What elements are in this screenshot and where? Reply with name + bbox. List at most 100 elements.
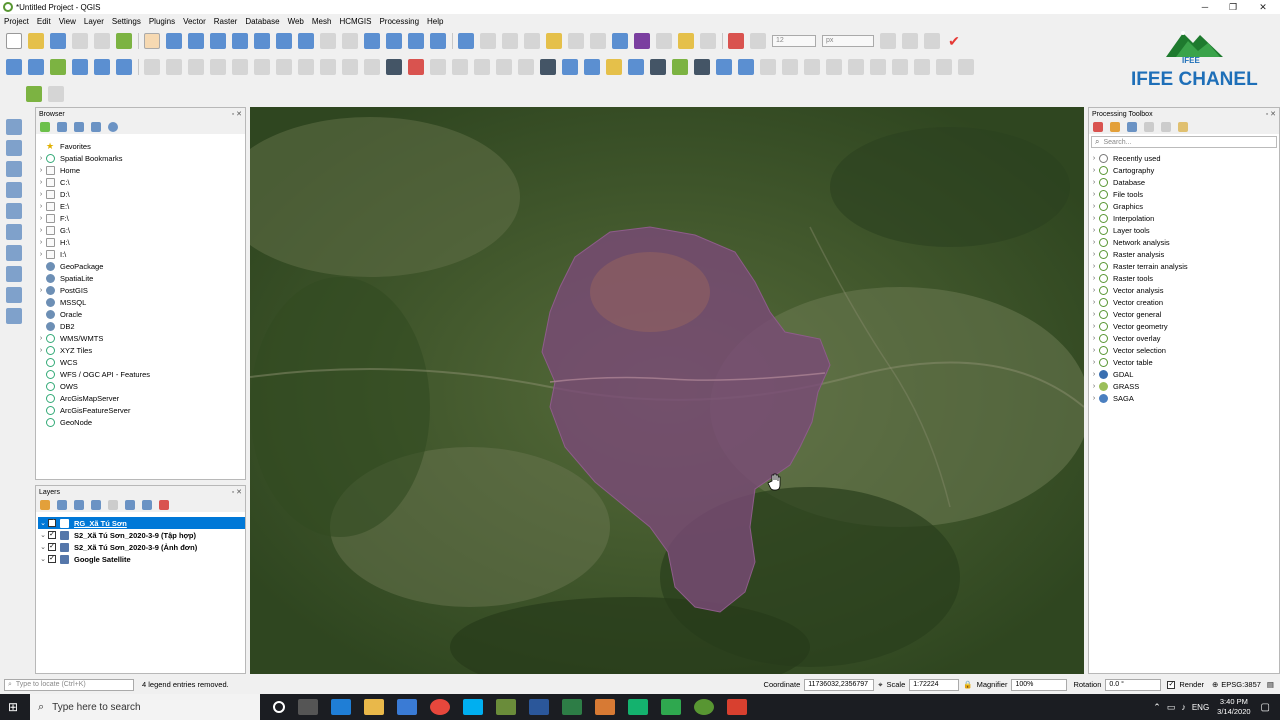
menu-plugins[interactable]: Plugins [149,17,175,26]
add-ring-icon[interactable] [892,59,908,75]
zoom-in-icon[interactable] [188,33,204,49]
select-by-value-icon[interactable] [524,33,540,49]
map-canvas[interactable] [250,107,1084,674]
measure-line-icon[interactable] [656,33,672,49]
taskbar-clock[interactable]: 3:40 PM 3/14/2020 [1217,697,1250,717]
render-checkbox[interactable]: ✓ [1167,680,1176,689]
zoom-next-icon[interactable] [342,33,358,49]
options-wrench-icon[interactable] [1178,122,1188,132]
text-annotation-icon[interactable] [700,33,716,49]
add-vector-icon[interactable] [6,119,22,135]
browser-item[interactable]: › G:\ [36,224,245,236]
processing-search-input[interactable]: Search... [1103,139,1131,146]
add-virtual-layer-icon[interactable] [6,245,22,261]
style-manager-icon[interactable] [116,33,132,49]
magnifier-field[interactable]: 100% [1011,678,1068,691]
python-console-icon[interactable] [562,59,578,75]
lock-scale-icon[interactable]: 🔒 [963,680,972,689]
offset-curve-icon[interactable] [848,59,864,75]
maximize-button[interactable]: ❐ [1218,0,1248,14]
browser-item[interactable]: › Spatial Bookmarks [36,152,245,164]
browser-item[interactable]: › H:\ [36,236,245,248]
close-window-button[interactable]: ✕ [1248,0,1278,14]
cortana-icon[interactable] [273,701,285,713]
add-wfs-icon[interactable] [116,59,132,75]
plugin-manager-icon[interactable] [738,59,754,75]
models-icon[interactable] [1093,122,1103,132]
add-spatialite-icon[interactable] [6,224,22,240]
add-layer-icon[interactable] [28,59,44,75]
panel-close-icon[interactable]: ▫ ✕ [232,110,242,118]
processing-item[interactable]: › GDAL [1089,368,1279,380]
expand-arrow-icon[interactable]: › [36,251,46,258]
camtasia-green-icon[interactable] [661,699,681,715]
expand-arrow-icon[interactable]: › [1089,347,1099,354]
browser-item[interactable]: ArcGisMapServer [36,392,245,404]
advanced-digitizing-icon[interactable] [760,59,776,75]
map-tips-icon[interactable] [678,33,694,49]
properties-info-icon[interactable] [108,122,118,132]
browser-item[interactable]: › I:\ [36,248,245,260]
open-attribute-table-icon[interactable] [568,33,584,49]
menu-help[interactable]: Help [427,17,443,26]
refresh-icon[interactable] [430,33,446,49]
processing-item[interactable]: › Database [1089,176,1279,188]
expand-arrow-icon[interactable]: › [1089,251,1099,258]
add-wms-icon[interactable] [94,59,110,75]
crs-label[interactable]: EPSG:3857 [1221,680,1261,689]
collapse-all-icon[interactable] [91,122,101,132]
browser-item[interactable]: › XYZ Tiles [36,344,245,356]
menu-layer[interactable]: Layer [84,17,104,26]
expand-arrow-icon[interactable]: › [1089,263,1099,270]
scripts-icon[interactable] [1110,122,1120,132]
checkmark-icon[interactable]: ✔ [946,33,962,49]
processing-item[interactable]: › Vector selection [1089,344,1279,356]
georeferencer-icon[interactable] [584,59,600,75]
processing-item[interactable]: › Interpolation [1089,212,1279,224]
processing-item[interactable]: › Cartography [1089,164,1279,176]
messages-icon[interactable]: ▤ [1267,680,1274,689]
expand-arrow-icon[interactable]: ⌄ [38,543,48,551]
save-as-icon[interactable] [72,33,88,49]
expand-arrow-icon[interactable]: › [1089,167,1099,174]
processing-item[interactable]: › File tools [1089,188,1279,200]
pin-labels-icon[interactable] [750,33,766,49]
browser-item[interactable]: GeoPackage [36,260,245,272]
expand-arrow-icon[interactable]: › [1089,335,1099,342]
filter-browser-icon[interactable] [74,122,84,132]
processing-item[interactable]: › Vector general [1089,308,1279,320]
new-project-icon[interactable] [6,33,22,49]
measure-tool-icon[interactable] [606,59,622,75]
globe-plugin-icon[interactable] [540,59,556,75]
processing-item[interactable]: › Raster terrain analysis [1089,260,1279,272]
menu-processing[interactable]: Processing [379,17,419,26]
style-panel-icon[interactable] [40,500,50,510]
toggle-extents-icon[interactable]: ⌖ [878,680,882,690]
menu-database[interactable]: Database [245,17,279,26]
paste-features-icon[interactable] [298,59,314,75]
expand-arrow-icon[interactable]: › [1089,179,1099,186]
processing-item[interactable]: › GRASS [1089,380,1279,392]
zoom-full-icon[interactable] [232,33,248,49]
layer-visibility-checkbox[interactable]: ✓ [48,555,56,563]
browser-item[interactable]: › WMS/WMTS [36,332,245,344]
add-geopackage-icon[interactable] [6,203,22,219]
expand-arrow-icon[interactable]: › [1089,383,1099,390]
processing-item[interactable]: › Vector creation [1089,296,1279,308]
toggle-editing-icon[interactable] [144,59,160,75]
rotate-label-icon[interactable] [430,59,446,75]
add-mesh-icon[interactable] [6,161,22,177]
edge-browser-icon[interactable] [331,699,351,715]
expand-all-icon[interactable] [125,500,135,510]
node-tool-icon[interactable] [386,59,402,75]
browser-item[interactable]: › D:\ [36,188,245,200]
label-tool-icon[interactable] [728,33,744,49]
menu-web[interactable]: Web [288,17,304,26]
reshape-icon[interactable] [782,59,798,75]
expand-arrow-icon[interactable]: › [36,239,46,246]
open-project-icon[interactable] [28,33,44,49]
browser-item[interactable]: › C:\ [36,176,245,188]
expand-arrow-icon[interactable]: › [36,191,46,198]
app-green-icon[interactable] [496,699,516,715]
qgis-taskbar-icon[interactable] [694,699,714,715]
